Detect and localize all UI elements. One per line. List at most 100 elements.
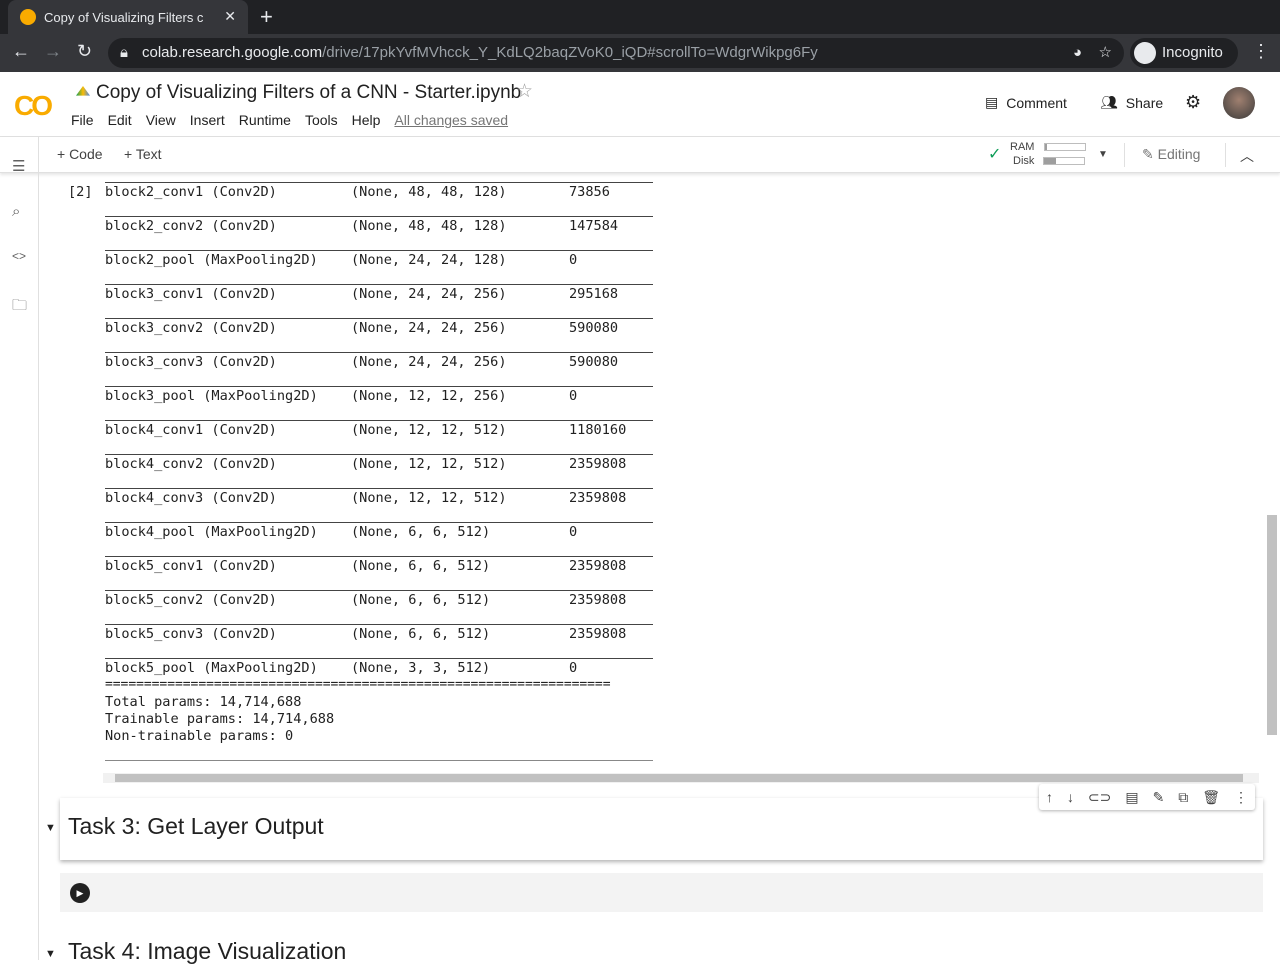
incognito-badge[interactable]: Incognito — [1130, 38, 1238, 68]
output-shape: (None, 12, 12, 256) — [351, 388, 507, 404]
cell-toolbar: ↑ ↓ ⊂⊃ ▤ ✎ ⧉ 🗑︎ ⋮ — [1039, 784, 1255, 810]
edit-pencil-icon[interactable]: ✎ — [1153, 789, 1165, 806]
files-folder-icon[interactable]: 🗀︎ — [12, 295, 27, 320]
param-count: 295168 — [569, 286, 619, 302]
layer-name: block3_conv2 (Conv2D) — [105, 320, 277, 336]
share-button[interactable]: 👥︎ Share — [1100, 94, 1163, 111]
delete-icon[interactable]: 🗑︎ — [1202, 789, 1220, 806]
comment-button[interactable]: ▤ Comment — [985, 94, 1067, 111]
forward-icon[interactable]: → — [44, 41, 62, 62]
vertical-scrollbar[interactable] — [1267, 515, 1277, 735]
collapse-section-icon[interactable]: ▼ — [45, 948, 56, 960]
menu-tools[interactable]: Tools — [305, 112, 338, 128]
ram-label: RAM — [1010, 141, 1035, 153]
code-cell[interactable]: ▶ — [60, 873, 1263, 912]
total-params: Total params: 14,714,688 — [105, 694, 302, 710]
layer-name: block4_conv1 (Conv2D) — [105, 422, 277, 438]
add-code-button[interactable]: + Code — [57, 146, 103, 162]
output-shape: (None, 6, 6, 512) — [351, 558, 491, 574]
run-cell-icon[interactable]: ▶ — [70, 883, 90, 903]
ram-bar — [1043, 143, 1086, 152]
param-count: 2359808 — [569, 626, 627, 642]
table-of-contents-icon[interactable]: ☰ — [12, 157, 25, 175]
param-count: 2359808 — [569, 558, 627, 574]
layer-name: block2_conv1 (Conv2D) — [105, 184, 277, 200]
row-separator — [105, 522, 653, 523]
runtime-dropdown-icon[interactable]: ▼ — [1098, 149, 1108, 160]
collapse-header-icon[interactable]: ︿ — [1240, 146, 1254, 166]
address-bar[interactable]: 🔒︎ colab.research.google.com/drive/17pkYv… — [108, 38, 1124, 68]
menu-insert[interactable]: Insert — [190, 112, 225, 128]
new-tab-button[interactable]: + — [260, 4, 273, 30]
output-shape: (None, 48, 48, 128) — [351, 184, 507, 200]
layer-name: block3_conv1 (Conv2D) — [105, 286, 277, 302]
double-separator: ========================================… — [105, 677, 611, 692]
bookmark-star-icon[interactable]: ☆ — [1099, 38, 1112, 68]
browser-tab[interactable]: Copy of Visualizing Filters c ✕ — [8, 0, 248, 34]
param-count: 2359808 — [569, 490, 627, 506]
move-down-icon[interactable]: ↓ — [1067, 789, 1074, 805]
output-shape: (None, 3, 3, 512) — [351, 660, 491, 676]
move-up-icon[interactable]: ↑ — [1046, 789, 1053, 805]
menu-view[interactable]: View — [146, 112, 176, 128]
menu-help[interactable]: Help — [352, 112, 381, 128]
mirror-cell-icon[interactable]: ⧉ — [1178, 789, 1188, 806]
avatar[interactable] — [1223, 87, 1255, 119]
param-count: 1180160 — [569, 422, 627, 438]
scrollbar-thumb[interactable] — [115, 774, 1243, 782]
link-icon[interactable]: ⊂⊃ — [1088, 789, 1111, 806]
param-count: 0 — [569, 388, 578, 404]
share-label: Share — [1125, 94, 1164, 111]
execution-count: [2] — [68, 184, 93, 200]
notebook-title[interactable]: Copy of Visualizing Filters of a CNN - S… — [76, 82, 521, 104]
layer-name: block4_pool (MaxPooling2D) — [105, 524, 318, 540]
row-separator — [105, 454, 653, 455]
param-count: 590080 — [569, 320, 619, 336]
editing-mode-button[interactable]: ✎ Editing — [1142, 146, 1200, 163]
row-separator — [105, 624, 653, 625]
url-path: /drive/17pkYvfMVhcck_Y_KdLQ2baqZVoK0_iQD… — [322, 44, 818, 61]
row-separator — [105, 216, 653, 217]
cookie-blocked-icon[interactable]: ◕ — [1073, 38, 1082, 68]
param-count: 0 — [569, 524, 578, 540]
row-separator — [105, 556, 653, 557]
add-text-button[interactable]: + Text — [124, 146, 162, 162]
output-shape: (None, 48, 48, 128) — [351, 218, 507, 234]
row-separator — [105, 284, 653, 285]
trainable-params: Trainable params: 14,714,688 — [105, 711, 335, 727]
comment-icon[interactable]: ▤ — [1125, 789, 1138, 806]
tab-title: Copy of Visualizing Filters c — [44, 9, 204, 25]
menu-runtime[interactable]: Runtime — [239, 112, 291, 128]
menu-edit[interactable]: Edit — [108, 112, 132, 128]
search-icon[interactable]: ⌕ — [12, 203, 20, 220]
row-separator — [105, 352, 653, 353]
incognito-label: Incognito — [1162, 44, 1223, 61]
save-status[interactable]: All changes saved — [394, 112, 508, 128]
output-shape: (None, 24, 24, 256) — [351, 286, 507, 302]
divider — [1124, 143, 1125, 167]
reload-icon[interactable]: ↻ — [77, 41, 92, 62]
layer-name: block4_conv2 (Conv2D) — [105, 456, 277, 472]
param-count: 2359808 — [569, 456, 627, 472]
code-snippets-icon[interactable]: <> — [12, 249, 26, 263]
disk-bar — [1043, 157, 1086, 166]
menu-bar: File Edit View Insert Runtime Tools Help… — [71, 112, 508, 128]
browser-menu-icon[interactable]: ⋮ — [1252, 41, 1270, 62]
row-separator — [105, 250, 653, 251]
collapse-section-icon[interactable]: ▼ — [45, 822, 56, 834]
resource-monitor[interactable]: RAM Disk — [1010, 140, 1086, 168]
close-tab-icon[interactable]: ✕ — [224, 8, 236, 25]
more-options-icon[interactable]: ⋮ — [1234, 789, 1248, 806]
output-shape: (None, 6, 6, 512) — [351, 524, 491, 540]
output-shape: (None, 24, 24, 256) — [351, 320, 507, 336]
row-separator — [105, 488, 653, 489]
lock-icon: 🔒︎ — [120, 44, 128, 61]
layer-name: block3_pool (MaxPooling2D) — [105, 388, 318, 404]
menu-file[interactable]: File — [71, 112, 94, 128]
horizontal-scrollbar[interactable] — [103, 773, 1259, 783]
settings-gear-icon[interactable]: ⚙ — [1185, 92, 1201, 113]
star-icon[interactable]: ☆ — [516, 80, 533, 103]
back-icon[interactable]: ← — [12, 41, 30, 62]
output-shape: (None, 24, 24, 256) — [351, 354, 507, 370]
incognito-icon — [1134, 42, 1156, 64]
